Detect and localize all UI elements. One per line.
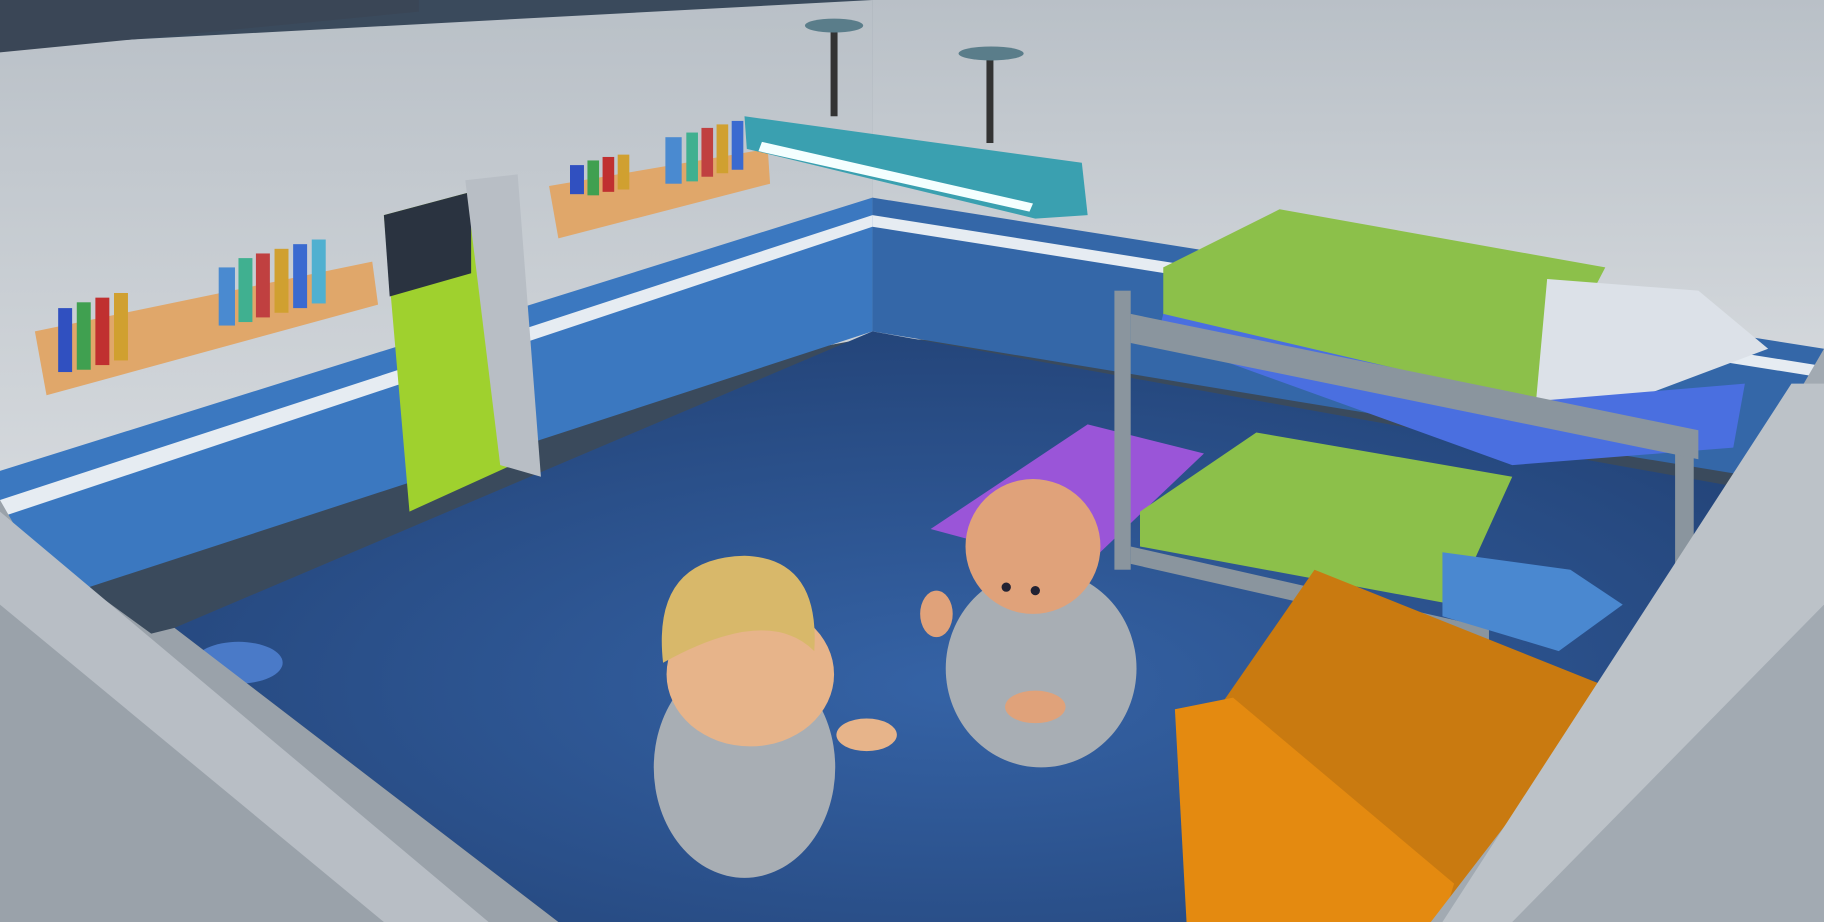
game-viewport[interactable]: [0, 0, 1824, 922]
